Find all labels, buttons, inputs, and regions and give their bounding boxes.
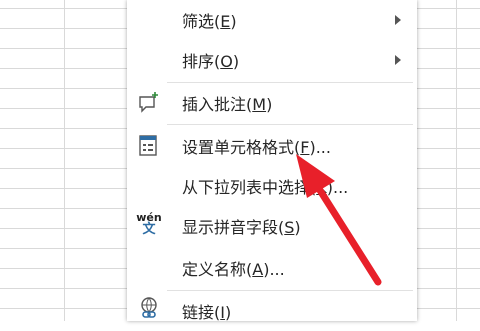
menu-item-label: 筛选(E) [182,12,237,31]
format-cells-icon [139,135,157,156]
phonetic-icon: wén 文 [135,212,163,240]
link-icon [141,297,157,318]
submenu-arrow-icon [395,55,401,65]
menu-item-pick-from-dropdown[interactable]: 从下拉列表中选择(K)... [127,166,417,206]
menu-item-filter[interactable]: 筛选(E) [127,0,417,40]
menu-item-label: 定义名称(A)... [182,260,285,279]
menu-item-label: 排序(O) [182,52,240,71]
menu-item-label: 插入批注(M) [182,95,273,114]
grid-column-line [456,0,457,321]
menu-item-link[interactable]: 链接(I) [127,291,417,331]
context-menu: 筛选(E) 排序(O) 插入批注(M) 设置单元格格式(F)... 从下拉列表中… [127,0,417,322]
menu-item-insert-comment[interactable]: 插入批注(M) [127,83,417,123]
submenu-arrow-icon [395,15,401,25]
menu-item-label: 链接(I) [182,303,232,322]
menu-item-label: 从下拉列表中选择(K)... [182,178,349,197]
menu-item-sort[interactable]: 排序(O) [127,40,417,80]
comment-add-icon [139,92,158,113]
menu-item-label: 设置单元格格式(F)... [182,138,331,157]
menu-item-show-phonetic[interactable]: wén 文 显示拼音字段(S) [127,206,417,246]
menu-item-format-cells[interactable]: 设置单元格格式(F)... [127,126,417,166]
menu-item-label: 显示拼音字段(S) [182,218,301,237]
phonetic-icon-char: 文 [142,222,156,237]
menu-separator [167,124,413,125]
grid-column-line [64,0,65,321]
menu-item-define-name[interactable]: 定义名称(A)... [127,248,417,288]
